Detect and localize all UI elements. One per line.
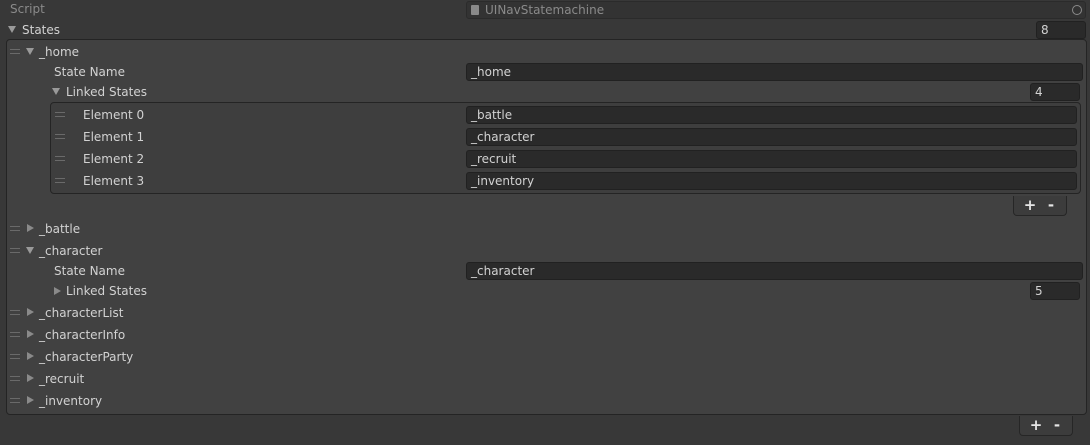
linked-states-foldout-icon[interactable] bbox=[52, 88, 60, 95]
element-field[interactable]: _inventory bbox=[466, 172, 1077, 190]
linked-states-buttons: + - bbox=[1013, 196, 1067, 216]
element-field[interactable]: _battle bbox=[466, 106, 1077, 124]
state-item-home[interactable]: _home bbox=[39, 43, 79, 61]
add-state-button[interactable]: + bbox=[1025, 416, 1047, 435]
foldout-closed-icon[interactable] bbox=[27, 396, 34, 404]
state-item-battle[interactable]: _battle bbox=[39, 220, 80, 238]
state-name-label: State Name bbox=[54, 264, 125, 278]
state-name-label: State Name bbox=[54, 65, 125, 79]
drag-handle-icon[interactable] bbox=[55, 134, 65, 139]
state-item-recruit[interactable]: _recruit bbox=[39, 370, 84, 388]
element-field[interactable]: _character bbox=[466, 128, 1077, 146]
drag-handle-icon[interactable] bbox=[55, 156, 65, 161]
linked-states-size-field[interactable]: 5 bbox=[1030, 282, 1080, 300]
states-buttons: + - bbox=[1019, 416, 1073, 436]
element-label: Element 1 bbox=[83, 130, 145, 144]
states-foldout-icon[interactable] bbox=[8, 26, 16, 33]
script-value: UINavStatemachine bbox=[485, 3, 605, 17]
state-item-inventory[interactable]: _inventory bbox=[39, 392, 102, 410]
element-field[interactable]: _recruit bbox=[466, 150, 1077, 168]
drag-handle-icon[interactable] bbox=[10, 226, 20, 231]
drag-handle-icon[interactable] bbox=[10, 49, 20, 54]
state-item-characterinfo[interactable]: _characterInfo bbox=[39, 326, 125, 344]
linked-states-label: Linked States bbox=[66, 284, 147, 298]
foldout-closed-icon[interactable] bbox=[27, 224, 34, 232]
script-label: Script bbox=[10, 2, 45, 16]
drag-handle-icon[interactable] bbox=[10, 376, 20, 381]
foldout-closed-icon[interactable] bbox=[27, 308, 34, 316]
states-list bbox=[6, 39, 1087, 415]
drag-handle-icon[interactable] bbox=[55, 178, 65, 183]
state-item-character[interactable]: _character bbox=[39, 242, 102, 260]
foldout-closed-icon[interactable] bbox=[27, 374, 34, 382]
state-name-field[interactable]: _character bbox=[466, 262, 1083, 280]
linked-states-size-field[interactable]: 4 bbox=[1030, 83, 1080, 101]
linked-states-label: Linked States bbox=[66, 85, 147, 99]
state-item-characterlist[interactable]: _characterList bbox=[39, 304, 123, 322]
drag-handle-icon[interactable] bbox=[10, 332, 20, 337]
object-picker-icon[interactable] bbox=[1072, 5, 1082, 15]
drag-handle-icon[interactable] bbox=[10, 354, 20, 359]
foldout-closed-icon[interactable] bbox=[27, 352, 34, 360]
remove-state-button[interactable]: - bbox=[1046, 416, 1068, 435]
element-label: Element 3 bbox=[83, 174, 145, 188]
drag-handle-icon[interactable] bbox=[10, 398, 20, 403]
script-file-icon bbox=[471, 5, 479, 15]
state-item-characterparty[interactable]: _characterParty bbox=[39, 348, 133, 366]
remove-element-button[interactable]: - bbox=[1040, 196, 1062, 215]
drag-handle-icon[interactable] bbox=[10, 310, 20, 315]
script-field[interactable]: UINavStatemachine bbox=[466, 1, 1086, 19]
foldout-closed-icon[interactable] bbox=[27, 330, 34, 338]
element-label: Element 2 bbox=[83, 152, 145, 166]
add-element-button[interactable]: + bbox=[1019, 196, 1041, 215]
foldout-open-icon[interactable] bbox=[26, 48, 34, 55]
element-label: Element 0 bbox=[83, 108, 145, 122]
states-size-field[interactable]: 8 bbox=[1036, 21, 1086, 39]
drag-handle-icon[interactable] bbox=[55, 112, 65, 117]
states-label: States bbox=[22, 23, 61, 37]
drag-handle-icon[interactable] bbox=[10, 248, 20, 253]
foldout-open-icon[interactable] bbox=[26, 247, 34, 254]
linked-states-foldout-icon[interactable] bbox=[54, 287, 61, 295]
state-name-field[interactable]: _home bbox=[466, 63, 1083, 81]
